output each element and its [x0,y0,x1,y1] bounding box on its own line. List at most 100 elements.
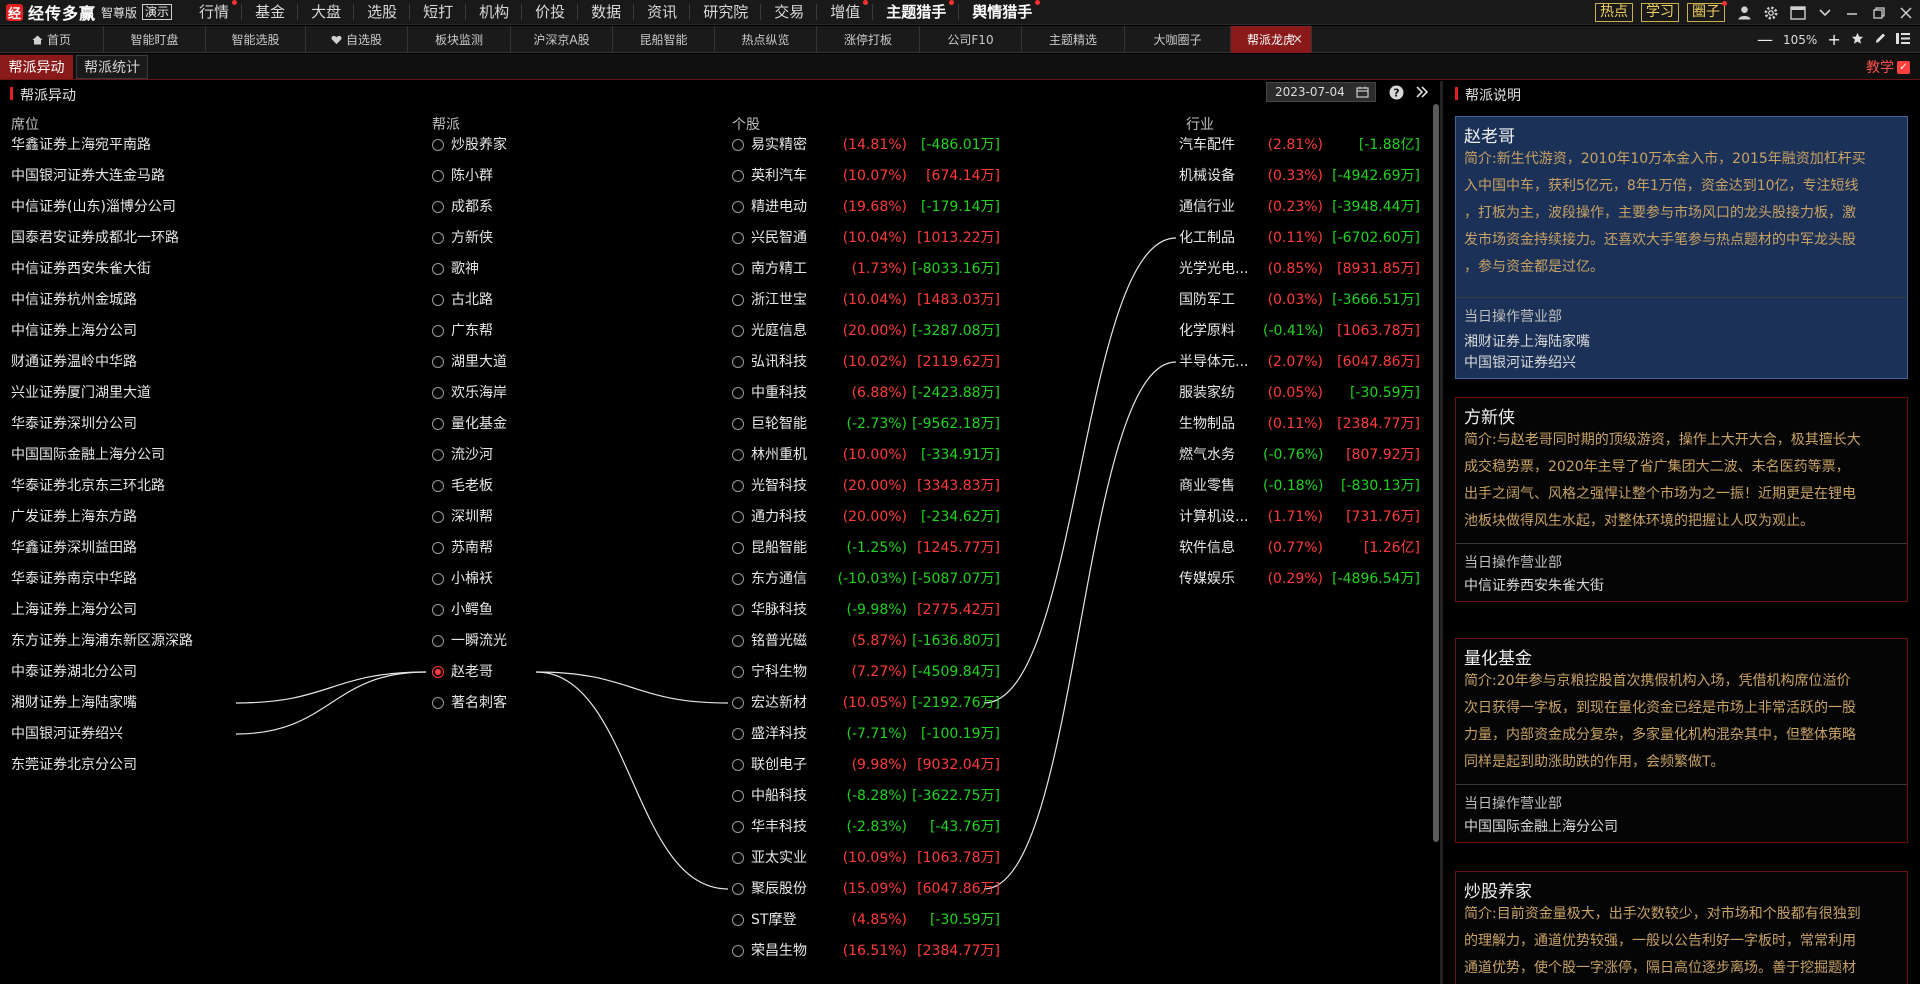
gang-item[interactable]: 量化基金 [432,413,507,435]
gang-item[interactable]: 炒股养家 [432,134,507,156]
stock-radio[interactable] [732,170,744,182]
industry-item[interactable]: 机械设备 (0.33%) [-4942.69万] [1179,165,1420,187]
user-icon[interactable] [1736,5,1752,21]
stock-item[interactable]: 中船科技 (-8.28%) [-3622.75万] [732,785,1000,807]
tab-item[interactable]: 智能选股 [206,26,306,53]
seat-item[interactable]: 华泰证券北京东三环北路 [11,475,165,497]
stock-radio[interactable] [732,139,744,151]
stock-item[interactable]: 盛洋科技 (-7.71%) [-100.19万] [732,723,1000,745]
stock-radio[interactable] [732,728,744,740]
menu-item[interactable]: 行情 [186,0,241,20]
gang-item[interactable]: 小鳄鱼 [432,599,493,621]
gang-radio[interactable] [432,294,444,306]
menu-item[interactable]: 数据 [577,4,633,20]
tab-item[interactable]: 昆船智能 [613,26,715,53]
stock-item[interactable]: 东方通信 (-10.03%) [-5087.07万] [732,568,1000,590]
stock-item[interactable]: 兴民智通 (10.04%) [1013.22万] [732,227,1000,249]
industry-item[interactable]: 通信行业 (0.23%) [-3948.44万] [1179,196,1420,218]
industry-item[interactable]: 汽车配件 (2.81%) [-1.88亿] [1179,134,1420,156]
stock-radio[interactable] [732,852,744,864]
seat-item[interactable]: 华鑫证券深圳益田路 [11,537,137,559]
tab-item[interactable]: 自选股 [306,26,408,53]
gang-radio[interactable] [432,170,444,182]
ops-dept-item[interactable]: 中信证券西安朱雀大街 [1464,576,1899,597]
stock-radio[interactable] [732,263,744,275]
gang-radio[interactable] [432,232,444,244]
stock-item[interactable]: 光智科技 (20.00%) [3343.83万] [732,475,1000,497]
gang-radio[interactable] [432,542,444,554]
stock-item[interactable]: ST摩登 (4.85%) [-30.59万] [732,909,1000,931]
stock-radio[interactable] [732,542,744,554]
seat-item[interactable]: 中国国际金融上海分公司 [11,444,165,466]
stock-item[interactable]: 南方精工 (1.73%) [-8033.16万] [732,258,1000,280]
subtab-gang-stats[interactable]: 帮派统计 [76,55,148,79]
date-picker[interactable]: 2023-07-04 [1266,82,1376,102]
close-icon[interactable] [1898,5,1914,21]
seat-item[interactable]: 中信证券(山东)淄博分公司 [11,196,176,218]
menu-item[interactable]: 价投 [521,4,577,20]
seat-item[interactable]: 东莞证券北京分公司 [11,754,137,776]
gang-radio[interactable] [432,201,444,213]
gang-item[interactable]: 方新侠 [432,227,493,249]
stock-item[interactable]: 精进电动 (19.68%) [-179.14万] [732,196,1000,218]
menu-item[interactable]: 主题猎手 [872,0,958,20]
industry-item[interactable]: 国防军工 (0.03%) [-3666.51万] [1179,289,1420,311]
gang-radio[interactable] [432,139,444,151]
stock-radio[interactable] [732,759,744,771]
stock-radio[interactable] [732,418,744,430]
menu-item[interactable]: 机构 [465,4,521,20]
stock-item[interactable]: 宁科生物 (7.27%) [-4509.84万] [732,661,1000,683]
stock-item[interactable]: 亚太实业 (10.09%) [1063.78万] [732,847,1000,869]
gang-radio[interactable] [432,263,444,275]
menu-item[interactable]: 资讯 [633,4,689,20]
industry-item[interactable]: 服装家纺 (0.05%) [-30.59万] [1179,382,1420,404]
expand-icon[interactable] [1415,84,1429,103]
seat-item[interactable]: 中信证券杭州金城路 [11,289,137,311]
menu-item[interactable]: 研究院 [689,4,760,20]
stock-radio[interactable] [732,697,744,709]
study-button[interactable]: 学习 [1641,3,1679,22]
stock-item[interactable]: 昆船智能 (-1.25%) [1245.77万] [732,537,1000,559]
stock-radio[interactable] [732,325,744,337]
ops-dept-item[interactable]: 中国国际金融上海分公司 [1464,817,1899,838]
gang-item[interactable]: 赵老哥 [432,661,493,683]
seat-item[interactable]: 广发证券上海东方路 [11,506,137,528]
seat-item[interactable]: 华泰证券深圳分公司 [11,413,137,435]
menu-item[interactable]: 舆情猎手 [958,0,1044,20]
industry-item[interactable]: 光学光电... (0.85%) [8931.85万] [1179,258,1420,280]
gang-item[interactable]: 古北路 [432,289,493,311]
stock-radio[interactable] [732,480,744,492]
gang-item[interactable]: 流沙河 [432,444,493,466]
industry-item[interactable]: 燃气水务 (-0.76%) [807.92万] [1179,444,1420,466]
stock-item[interactable]: 聚辰股份 (15.09%) [6047.86万] [732,878,1000,900]
tab-item[interactable]: 首页 [0,26,104,53]
left-scrollbar[interactable] [1433,104,1439,842]
gang-item[interactable]: 一瞬流光 [432,630,507,652]
stock-item[interactable]: 联创电子 (9.98%) [9032.04万] [732,754,1000,776]
stock-radio[interactable] [732,449,744,461]
tab-item[interactable]: 大咖圈子 [1125,26,1231,53]
menu-item[interactable]: 选股 [353,4,409,20]
stock-radio[interactable] [732,294,744,306]
stock-radio[interactable] [732,511,744,523]
tab-item[interactable]: 热点纵览 [715,26,817,53]
circle-button[interactable]: 圈子 [1687,1,1727,22]
gang-card[interactable]: 方新侠 简介:与赵老哥同时期的顶级游资，操作上大开大合，极其擅长大 成交稳势票，20… [1455,397,1908,602]
gang-radio[interactable] [432,666,444,678]
seat-item[interactable]: 中信证券上海分公司 [11,320,137,342]
gang-item[interactable]: 苏南帮 [432,537,493,559]
industry-item[interactable]: 化学原料 (-0.41%) [1063.78万] [1179,320,1420,342]
gang-radio[interactable] [432,697,444,709]
stock-item[interactable]: 巨轮智能 (-2.73%) [-9562.18万] [732,413,1000,435]
zoom-in-button[interactable]: + [1827,30,1840,49]
stock-item[interactable]: 铭普光磁 (5.87%) [-1636.80万] [732,630,1000,652]
industry-item[interactable]: 传媒娱乐 (0.29%) [-4896.54万] [1179,568,1420,590]
industry-item[interactable]: 化工制品 (0.11%) [-6702.60万] [1179,227,1420,249]
stock-item[interactable]: 林州重机 (10.00%) [-334.91万] [732,444,1000,466]
stock-item[interactable]: 荣昌生物 (16.51%) [2384.77万] [732,940,1000,962]
gang-item[interactable]: 成都系 [432,196,493,218]
edit-icon[interactable] [1874,32,1886,48]
seat-item[interactable]: 湘财证券上海陆家嘴 [11,692,137,714]
gang-radio[interactable] [432,387,444,399]
gang-radio[interactable] [432,635,444,647]
